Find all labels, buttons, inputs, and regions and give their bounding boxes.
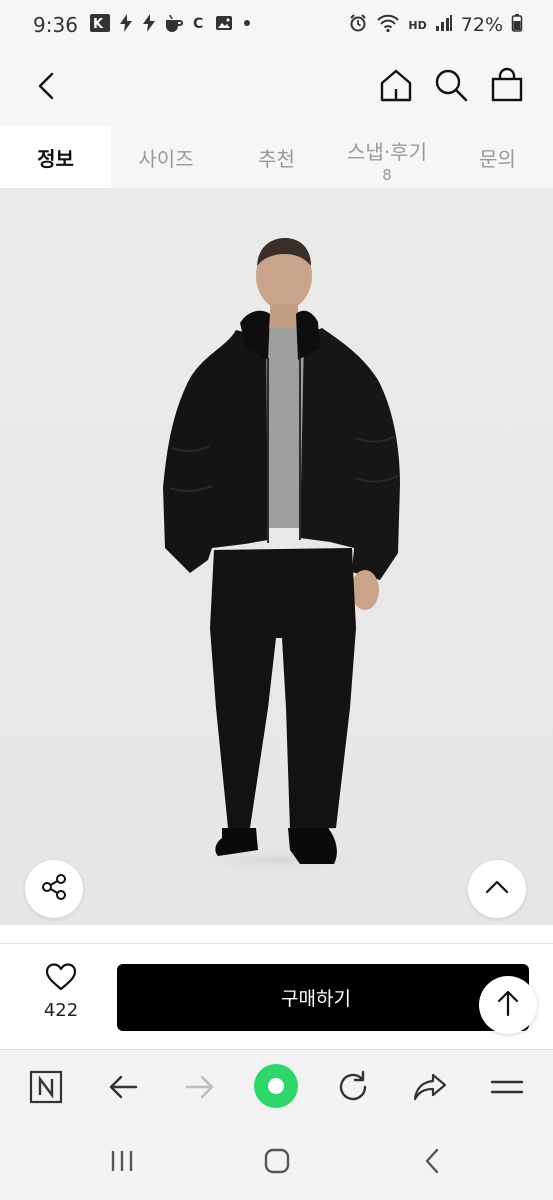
tab-inquiry[interactable]: 문의	[442, 126, 553, 188]
arrow-up-icon	[496, 989, 520, 1021]
menu-icon	[490, 1077, 524, 1101]
wifi-icon	[376, 13, 400, 37]
tab-size[interactable]: 사이즈	[111, 126, 221, 188]
tab-label: 추천	[258, 146, 295, 171]
c-app-icon: C	[191, 13, 207, 37]
signal-icon	[435, 13, 453, 37]
share-icon	[39, 872, 69, 906]
naver-button[interactable]	[23, 1066, 69, 1112]
status-left: 9:36 K C	[33, 13, 253, 37]
forward-arrow-icon	[184, 1073, 216, 1105]
system-nav-bar	[0, 1129, 553, 1200]
search-icon	[433, 67, 469, 107]
hd-voice-label: HD	[408, 18, 427, 32]
app-header	[0, 50, 553, 126]
chevron-up-icon	[484, 879, 510, 899]
tab-recommend[interactable]: 추천	[221, 126, 332, 188]
status-right: HD 72%	[348, 13, 523, 37]
naver-icon	[29, 1070, 63, 1108]
tab-info[interactable]: 정보	[0, 126, 111, 188]
collapse-button[interactable]	[468, 860, 526, 918]
status-bar: 9:36 K C HD 72%	[0, 0, 553, 50]
share-arrow-icon	[412, 1072, 448, 1106]
bolt-icon	[141, 13, 157, 37]
home-icon	[378, 67, 414, 107]
like-button[interactable]: 422	[24, 962, 98, 1032]
browser-menu-button[interactable]	[484, 1066, 530, 1112]
recent-apps-button[interactable]	[97, 1143, 147, 1183]
home-button-icon	[263, 1147, 291, 1179]
dot-icon	[241, 13, 253, 37]
search-button[interactable]	[431, 66, 471, 108]
tab-snap-review[interactable]: 스냅·후기 8	[332, 126, 442, 188]
cart-button[interactable]	[487, 66, 527, 108]
browser-share-button[interactable]	[407, 1066, 453, 1112]
browser-toolbar	[0, 1049, 553, 1129]
tab-count: 8	[382, 166, 392, 184]
ks-app-icon: K	[89, 13, 111, 37]
green-dot-icon	[253, 1063, 299, 1113]
status-time: 9:36	[33, 13, 78, 37]
buy-button[interactable]: 구매하기	[117, 964, 529, 1031]
share-button[interactable]	[25, 860, 83, 918]
home-button[interactable]	[376, 66, 416, 108]
tab-label: 스냅·후기	[347, 140, 427, 164]
green-dot-button[interactable]	[253, 1064, 299, 1112]
back-button-icon	[423, 1148, 441, 1178]
back-arrow-icon	[107, 1073, 139, 1105]
tab-label: 정보	[37, 146, 74, 171]
browser-forward-button[interactable]	[177, 1066, 223, 1112]
back-nav-button[interactable]	[407, 1143, 457, 1183]
svg-text:K: K	[93, 17, 104, 32]
coffee-icon	[164, 13, 184, 37]
battery-percent: 72%	[460, 14, 503, 36]
chevron-left-icon	[36, 71, 56, 105]
tab-bar: 정보 사이즈 추천 스냅·후기 8 문의	[0, 126, 553, 188]
gallery-icon	[214, 13, 234, 37]
back-button[interactable]	[28, 68, 64, 108]
refresh-icon	[336, 1070, 370, 1108]
battery-icon	[511, 13, 523, 37]
refresh-button[interactable]	[330, 1066, 376, 1112]
recent-apps-icon	[109, 1149, 135, 1177]
shopping-bag-icon	[490, 67, 524, 107]
model-photo	[163, 238, 400, 874]
purchase-bar: 422 구매하기	[0, 944, 553, 1049]
tab-label: 사이즈	[138, 146, 194, 171]
like-count: 422	[43, 1000, 79, 1021]
heart-icon	[44, 962, 78, 996]
bolt-icon	[118, 13, 134, 37]
home-nav-button[interactable]	[252, 1143, 302, 1183]
browser-back-button[interactable]	[100, 1066, 146, 1112]
buy-button-label: 구매하기	[281, 988, 351, 1010]
scroll-top-button[interactable]	[479, 976, 537, 1034]
alarm-icon	[348, 13, 368, 37]
product-image[interactable]	[0, 188, 553, 925]
svg-text:C: C	[193, 16, 203, 32]
tab-label: 문의	[479, 146, 516, 171]
